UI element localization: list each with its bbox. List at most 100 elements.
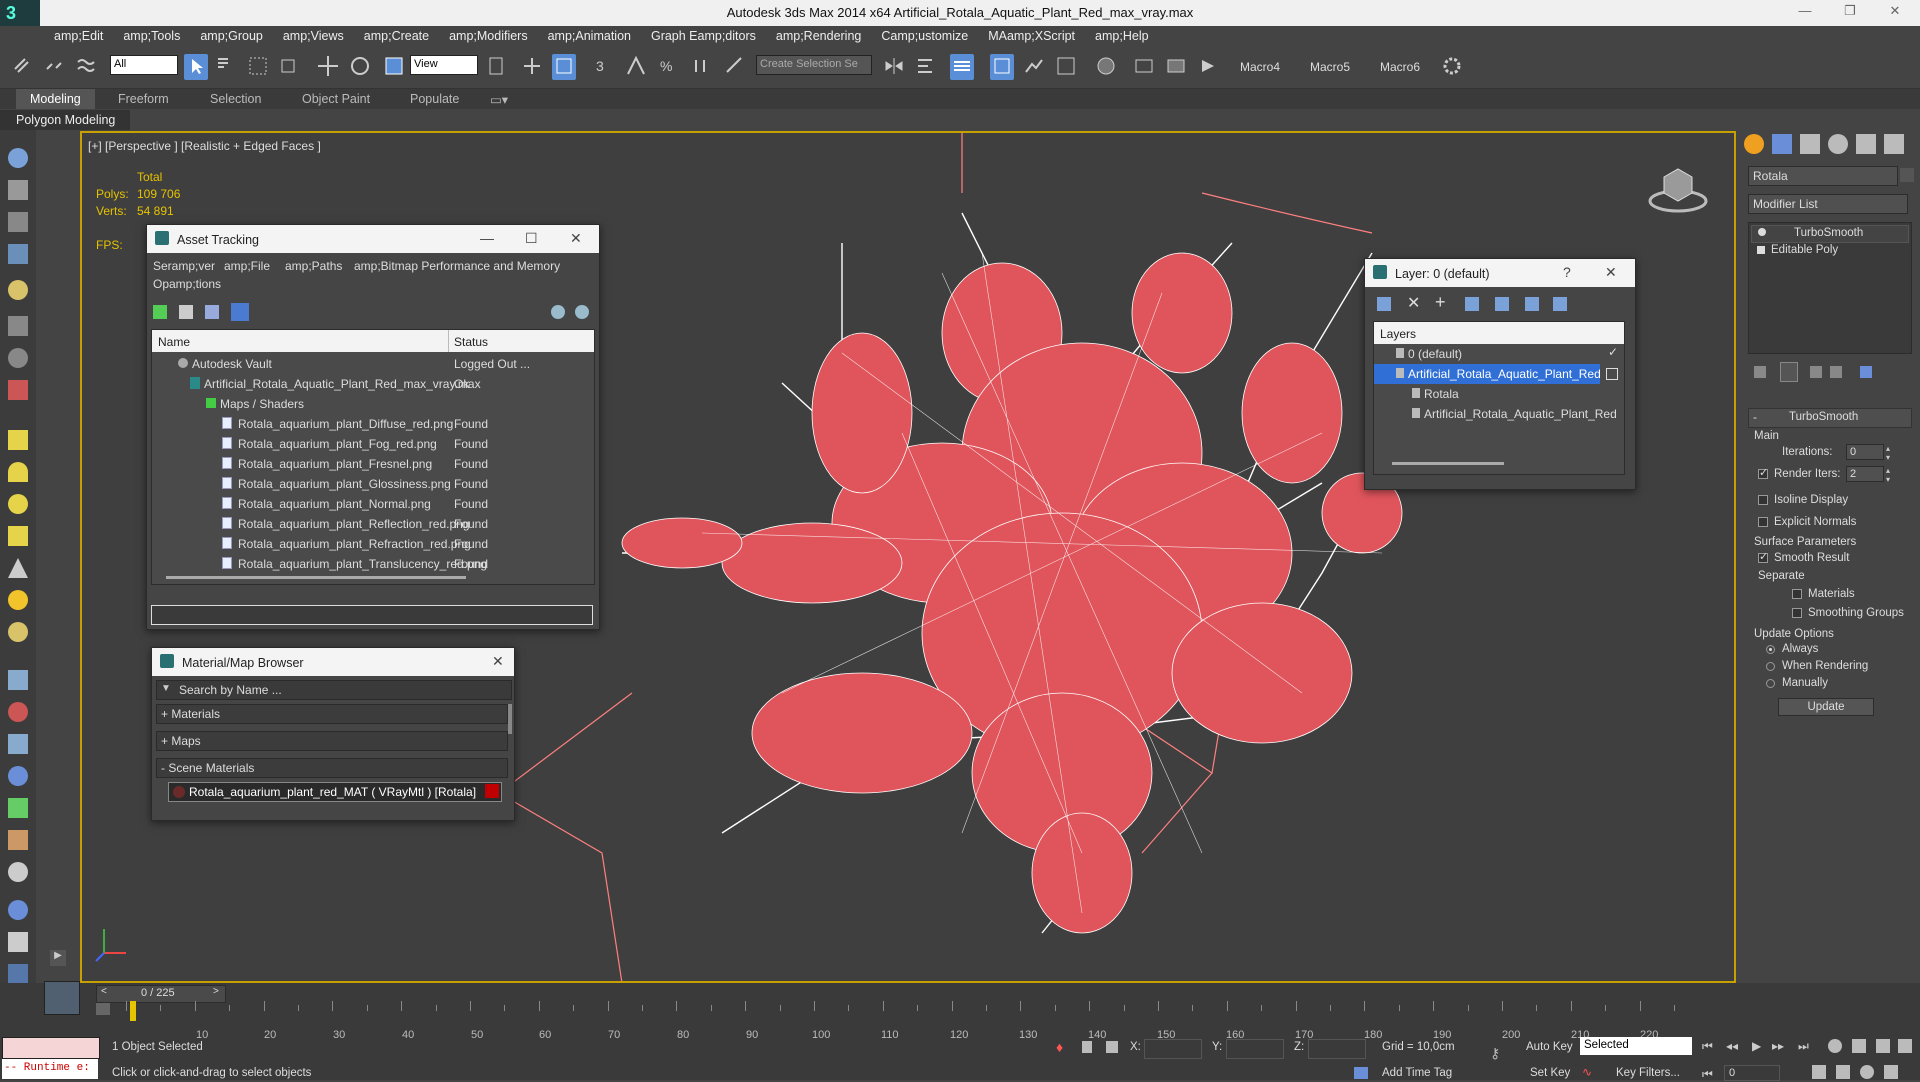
key-icon[interactable]: ⚷ xyxy=(1490,1045,1512,1061)
menu-paths[interactable]: amp;Paths xyxy=(285,259,342,273)
refresh-icon[interactable] xyxy=(153,305,167,319)
hf-icon[interactable] xyxy=(8,830,28,850)
prev-frame-icon[interactable]: < xyxy=(101,986,107,997)
menu-modifiers[interactable]: amp;Modifiers xyxy=(449,26,542,48)
manually-radio[interactable] xyxy=(1766,679,1775,688)
viewcube-icon[interactable] xyxy=(1646,161,1710,213)
table-view-icon[interactable] xyxy=(231,303,249,321)
isoline-display-checkbox[interactable] xyxy=(1758,495,1768,505)
separate-smoothing-checkbox[interactable] xyxy=(1792,608,1802,618)
pivot-icon[interactable] xyxy=(484,54,508,80)
goto-end-icon[interactable]: ⏭ xyxy=(1798,1039,1809,1054)
modify-tab-icon[interactable] xyxy=(1772,134,1792,154)
grid-shape-icon[interactable] xyxy=(8,526,28,546)
select-object-icon[interactable] xyxy=(184,54,208,80)
timeline-ruler[interactable]: 10 20 30 40 50 60 70 80 90 100 110 120 1… xyxy=(118,1001,1688,1041)
x-coordinate-field[interactable] xyxy=(1144,1039,1202,1059)
menu-tools[interactable]: amp;Tools xyxy=(123,26,194,48)
asset-row[interactable]: Artificial_Rotala_Aquatic_Plant_Red_max_… xyxy=(152,374,592,394)
smooth-result-checkbox[interactable] xyxy=(1758,550,1768,563)
delete-layer-icon[interactable]: ✕ xyxy=(1407,293,1420,313)
window-crossing-icon[interactable] xyxy=(278,54,302,80)
show-end-result-icon[interactable] xyxy=(1780,362,1798,382)
menu-file[interactable]: amp;File xyxy=(224,259,270,273)
key-filters-button[interactable]: Key Filters... xyxy=(1616,1067,1680,1079)
asset-row[interactable]: Rotala_aquarium_plant_Fog_red.png Found xyxy=(152,434,592,454)
goto-start-icon[interactable]: ⏮ xyxy=(1702,1039,1713,1054)
tab-populate[interactable]: Populate xyxy=(396,89,473,109)
torus-icon[interactable] xyxy=(8,622,28,642)
tab-object-paint[interactable]: Object Paint xyxy=(288,89,384,109)
menu-animation[interactable]: amp;Animation xyxy=(548,26,645,48)
set-key-button[interactable]: Set Key xyxy=(1530,1067,1570,1079)
spinner-arrows-icon[interactable]: ▴ ▾ xyxy=(1886,466,1894,484)
macro6-button[interactable]: Macro6 xyxy=(1380,60,1420,74)
minimize-icon[interactable]: — xyxy=(480,230,494,246)
maximize-viewport-icon[interactable] xyxy=(1884,1065,1898,1079)
turbosmooth-rollout-header[interactable]: - TurboSmooth xyxy=(1748,408,1912,428)
orbit-icon[interactable] xyxy=(1860,1065,1874,1079)
stack-item-turbosmooth[interactable]: TurboSmooth xyxy=(1751,225,1909,243)
macro5-button[interactable]: Macro5 xyxy=(1310,60,1350,74)
separate-materials-checkbox[interactable] xyxy=(1792,589,1802,599)
snap-icon[interactable]: 3 xyxy=(592,54,616,80)
material-browser-titlebar[interactable]: Material/Map Browser ✕ xyxy=(152,648,514,676)
maxscript-listener[interactable] xyxy=(2,1037,100,1059)
menu-help[interactable]: amp;Help xyxy=(1095,26,1163,48)
layer-row[interactable]: Artificial_Rotala_Aquatic_Plant_Red xyxy=(1374,364,1601,384)
display-tab-icon[interactable] xyxy=(1856,134,1876,154)
list-icon[interactable] xyxy=(8,212,28,232)
object-name-field[interactable]: Rotala xyxy=(1748,166,1898,186)
sphere-icon[interactable] xyxy=(8,494,28,514)
utilities-tab-icon[interactable] xyxy=(1884,134,1904,154)
asset-row[interactable]: Autodesk Vault Logged Out ... xyxy=(152,354,592,374)
filter-icon[interactable]: ▼ xyxy=(161,683,171,694)
material-search-bar[interactable]: ▼ Search by Name ... xyxy=(156,680,512,700)
edit-named-selection-icon[interactable] xyxy=(722,54,746,80)
key-set-dropdown[interactable]: Selected xyxy=(1580,1037,1692,1055)
list-view-icon[interactable] xyxy=(179,305,193,319)
stack-item-editable-poly[interactable]: Editable Poly xyxy=(1751,243,1907,259)
next-frame-icon[interactable]: > xyxy=(213,986,219,997)
angle-snap-icon[interactable] xyxy=(624,54,648,80)
macro4-button[interactable]: Macro4 xyxy=(1240,60,1280,74)
hide-all-icon[interactable] xyxy=(1525,297,1539,311)
align-icon[interactable] xyxy=(914,54,938,80)
maximize-icon[interactable]: ☐ xyxy=(525,230,538,247)
asset-row[interactable]: Rotala_aquarium_plant_Diffuse_red.png Fo… xyxy=(152,414,592,434)
layout-icon[interactable] xyxy=(8,244,28,264)
sun-icon[interactable] xyxy=(8,590,28,610)
settings-icon[interactable] xyxy=(8,932,28,952)
light-bulb-icon[interactable] xyxy=(1758,228,1766,236)
menu-bitmap-performance[interactable]: amp;Bitmap Performance and Memory xyxy=(354,259,560,273)
menu-customize[interactable]: Camp;ustomize xyxy=(881,26,982,48)
mirror-icon[interactable] xyxy=(882,54,906,80)
close-icon[interactable]: ✕ xyxy=(570,230,582,247)
material-item[interactable]: Rotala_aquarium_plant_red_MAT ( VRayMtl … xyxy=(168,782,502,802)
helper-icon[interactable] xyxy=(8,348,28,368)
maps-section[interactable]: + Maps xyxy=(156,731,508,751)
foliage-icon[interactable] xyxy=(8,798,28,818)
asset-row[interactable]: Rotala_aquarium_plant_Translucency_red.p… xyxy=(152,554,592,574)
freeze-all-icon[interactable] xyxy=(1553,297,1567,311)
cone-icon[interactable] xyxy=(8,558,28,578)
rotate-icon[interactable] xyxy=(348,54,372,80)
curve-editor-icon[interactable] xyxy=(96,1003,110,1015)
link-icon[interactable] xyxy=(10,54,34,80)
unlink-icon[interactable] xyxy=(42,54,66,80)
maxscript-output[interactable]: -- Runtime e: xyxy=(2,1059,98,1079)
help-icon[interactable]: ? xyxy=(1563,264,1571,280)
menu-views[interactable]: amp;Views xyxy=(283,26,358,48)
zoom-all-icon[interactable] xyxy=(1852,1039,1866,1053)
tree-view-icon[interactable] xyxy=(205,305,219,319)
reference-coord-dropdown[interactable]: View xyxy=(410,55,478,75)
remove-modifier-icon[interactable] xyxy=(1830,366,1842,378)
bind-space-warp-icon[interactable] xyxy=(74,54,98,80)
expand-arrow-icon[interactable]: ▶ xyxy=(50,950,66,966)
y-coordinate-field[interactable] xyxy=(1226,1039,1284,1059)
selection-filter-dropdown[interactable]: All xyxy=(110,55,178,75)
z-coordinate-field[interactable] xyxy=(1308,1039,1366,1059)
percent-snap-icon[interactable]: % xyxy=(656,54,680,80)
close-icon[interactable]: ✕ xyxy=(492,653,504,670)
move-icon[interactable] xyxy=(316,54,340,80)
